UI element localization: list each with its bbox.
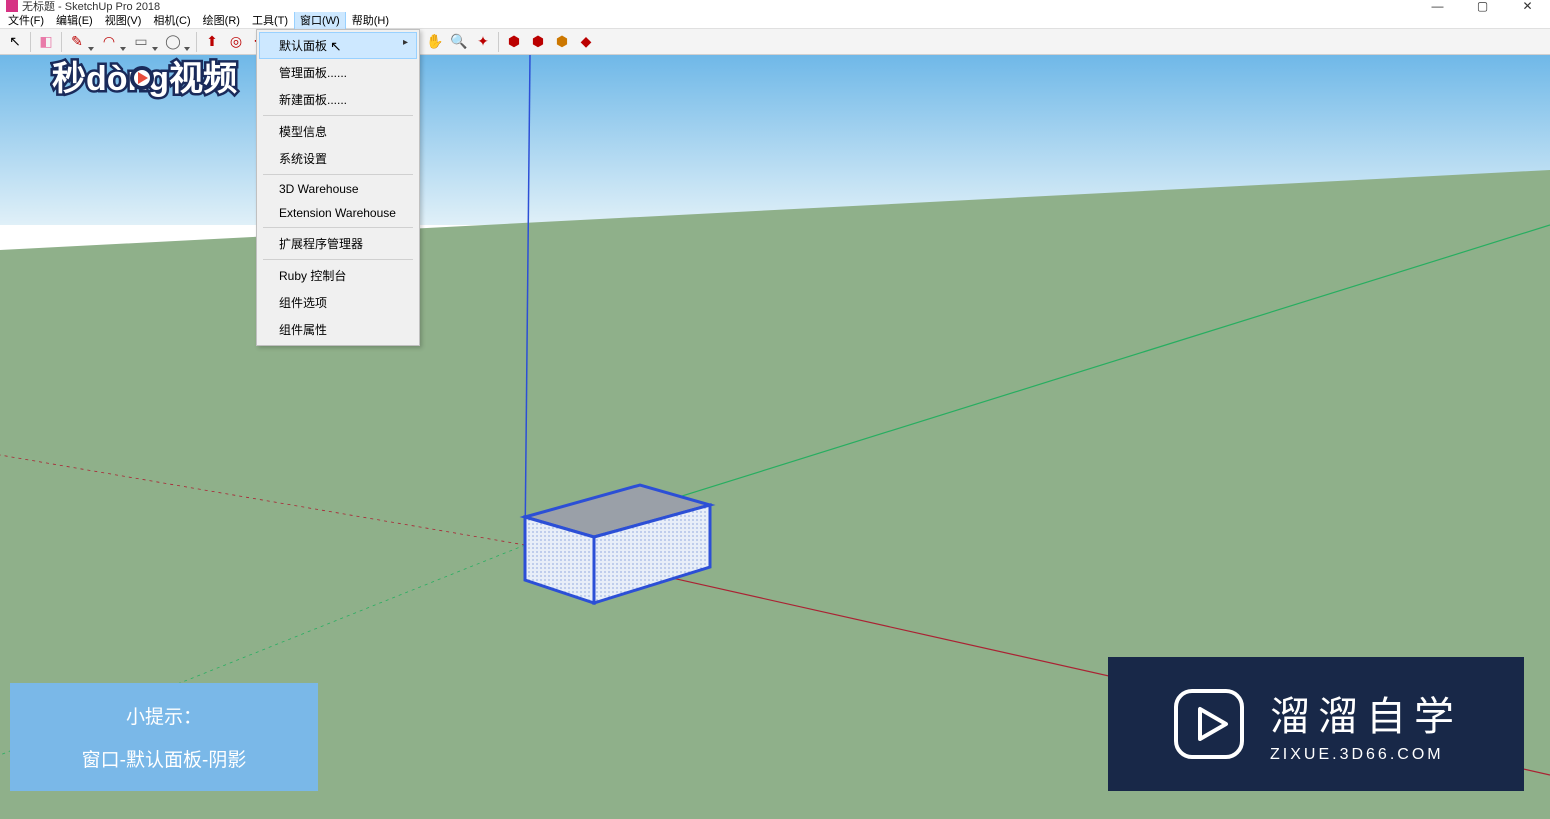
pan-tool[interactable]: ✋ — [424, 31, 446, 53]
dropdown-item[interactable]: 3D Warehouse — [259, 177, 417, 201]
tip-title: 小提示： — [126, 702, 202, 729]
window-controls: — ▢ ✕ — [1415, 0, 1550, 12]
dropdown-separator — [263, 259, 413, 260]
brand-text: 溜溜自学 ZIXUE.3D66.COM — [1270, 684, 1462, 764]
brand-box: 溜溜自学 ZIXUE.3D66.COM — [1108, 657, 1524, 791]
tip-box: 小提示： 窗口-默认面板-阴影 — [10, 683, 318, 791]
zoom-tool[interactable]: 🔍 — [448, 31, 470, 53]
brand-name: 溜溜自学 — [1270, 684, 1462, 742]
dropdown-item[interactable]: Extension Warehouse — [259, 201, 417, 225]
dropdown-item[interactable]: 扩展程序管理器 — [259, 230, 417, 257]
toolbar-separator — [196, 32, 197, 52]
select-arrow-tool[interactable]: ↖ — [4, 31, 26, 53]
toolbar-separator — [498, 32, 499, 52]
app-icon — [6, 0, 18, 12]
menubar: 文件(F) 编辑(E) 视图(V) 相机(C) 绘图(R) 工具(T) 窗口(W… — [0, 12, 1550, 29]
dropdown-separator — [263, 115, 413, 116]
dropdown-item[interactable]: 模型信息 — [259, 118, 417, 145]
window-title: 无标题 - SketchUp Pro 2018 — [22, 0, 160, 14]
warehouse3-tool[interactable]: ⬢ — [551, 31, 573, 53]
dropdown-item[interactable]: 组件选项 — [259, 289, 417, 316]
play-icon — [1170, 685, 1248, 763]
menu-help[interactable]: 帮助(H) — [346, 10, 395, 30]
dropdown-separator — [263, 227, 413, 228]
maximize-button[interactable]: ▢ — [1460, 0, 1505, 12]
titlebar: 无标题 - SketchUp Pro 2018 — ▢ ✕ — [0, 0, 1550, 12]
menu-draw[interactable]: 绘图(R) — [197, 10, 246, 30]
brand-url: ZIXUE.3D66.COM — [1270, 746, 1444, 764]
minimize-button[interactable]: — — [1415, 0, 1460, 12]
toolbar-separator — [30, 32, 31, 52]
menu-window[interactable]: 窗口(W) — [294, 10, 346, 30]
watermark-logo: 秒dòng视频 — [50, 50, 260, 110]
dropdown-item[interactable]: 系统设置 — [259, 145, 417, 172]
dropdown-item[interactable]: 新建面板...... — [259, 86, 417, 113]
zoom-extents-tool[interactable]: ✦ — [472, 31, 494, 53]
cursor-icon: ↖ — [330, 38, 342, 55]
close-button[interactable]: ✕ — [1505, 0, 1550, 12]
extension-tool[interactable]: ◆ — [575, 31, 597, 53]
window-dropdown: 默认面板管理面板......新建面板......模型信息系统设置3D Wareh… — [256, 29, 420, 346]
dropdown-separator — [263, 174, 413, 175]
dropdown-item[interactable]: Ruby 控制台 — [259, 262, 417, 289]
dropdown-item[interactable]: 管理面板...... — [259, 59, 417, 86]
warehouse1-tool[interactable]: ⬢ — [503, 31, 525, 53]
warehouse2-tool[interactable]: ⬢ — [527, 31, 549, 53]
menu-tools[interactable]: 工具(T) — [246, 10, 294, 30]
toolbar-separator — [61, 32, 62, 52]
dropdown-item[interactable]: 组件属性 — [259, 316, 417, 343]
tip-body: 窗口-默认面板-阴影 — [82, 745, 247, 772]
